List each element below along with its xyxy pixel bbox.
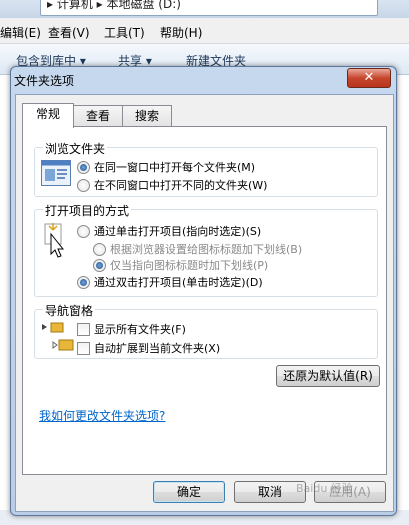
- show-all-folders-label: 显示所有文件夹(F): [94, 323, 186, 336]
- close-button[interactable]: ✕: [347, 68, 391, 88]
- tab-general[interactable]: 常规: [22, 103, 74, 128]
- show-all-folders-checkbox[interactable]: [77, 322, 90, 336]
- underline-point-label: 仅当指向图标标题时加下划线(P): [110, 259, 269, 272]
- window-icon: [41, 160, 71, 186]
- folder-tree-icon: [42, 322, 74, 351]
- navigation-pane-title: 导航窗格: [43, 302, 96, 319]
- folder-options-dialog: 文件夹选项 ✕ 常规 查看 搜索 浏览文件夹 在同一窗口中打开每个文件夹(M): [10, 66, 397, 516]
- watermark: Baidu 经验: [296, 482, 353, 495]
- underline-point-option[interactable]: 仅当指向图标标题时加下划线(P): [93, 257, 268, 273]
- explorer-menubar: 编辑(E) 查看(V) 工具(T) 帮助(H): [0, 18, 409, 44]
- menu-edit[interactable]: 编辑(E): [0, 24, 41, 41]
- single-click-radio[interactable]: [77, 224, 90, 238]
- underline-browser-radio[interactable]: [93, 242, 106, 256]
- help-link[interactable]: 我如何更改文件夹选项?: [39, 407, 165, 424]
- double-click-label: 通过双击打开项目(单击时选定)(D): [94, 276, 263, 289]
- auto-expand-checkbox[interactable]: [77, 341, 90, 355]
- single-click-option[interactable]: 通过单击打开项目(指向时选定)(S): [77, 223, 261, 239]
- menu-tools[interactable]: 工具(T): [104, 24, 145, 41]
- different-window-option[interactable]: 在不同窗口中打开不同的文件夹(W): [77, 177, 267, 193]
- double-click-option[interactable]: 通过双击打开项目(单击时选定)(D): [77, 274, 263, 290]
- dialog-client: 常规 查看 搜索 浏览文件夹 在同一窗口中打开每个文件夹(M) 在不同窗口中打开…: [15, 94, 394, 512]
- tab-view[interactable]: 查看: [73, 105, 123, 126]
- explorer-content-pane: [398, 75, 409, 525]
- ok-button[interactable]: 确定: [153, 481, 225, 503]
- address-bar[interactable]: ▸ 计算机 ▸ 本地磁盘 (D:): [40, 0, 378, 16]
- restore-defaults-button[interactable]: 还原为默认值(R): [276, 365, 380, 387]
- different-window-radio[interactable]: [77, 178, 90, 192]
- same-window-label: 在同一窗口中打开每个文件夹(M): [94, 161, 256, 174]
- browse-folders-group: 浏览文件夹 在同一窗口中打开每个文件夹(M) 在不同窗口中打开不同的文件夹(W): [34, 140, 378, 197]
- navigation-pane-group: 导航窗格 显示所有文件夹(F) 自动扩展到当前文件夹(X): [34, 302, 378, 359]
- single-click-label: 通过单击打开项目(指向时选定)(S): [94, 225, 262, 238]
- underline-browser-label: 根据浏览器设置给图标标题加下划线(B): [110, 243, 303, 256]
- explorer-titlebar: ▸ 计算机 ▸ 本地磁盘 (D:): [0, 0, 409, 18]
- general-tab-panel: 浏览文件夹 在同一窗口中打开每个文件夹(M) 在不同窗口中打开不同的文件夹(W): [22, 126, 387, 475]
- same-window-radio[interactable]: [77, 160, 90, 174]
- browse-folders-title: 浏览文件夹: [43, 140, 108, 157]
- different-window-label: 在不同窗口中打开不同的文件夹(W): [94, 179, 268, 192]
- menu-view[interactable]: 查看(V): [48, 24, 90, 41]
- auto-expand-option[interactable]: 自动扩展到当前文件夹(X): [77, 340, 220, 356]
- tab-search[interactable]: 搜索: [122, 105, 172, 126]
- show-all-folders-option[interactable]: 显示所有文件夹(F): [77, 321, 186, 337]
- dialog-title: 文件夹选项: [14, 74, 75, 88]
- auto-expand-label: 自动扩展到当前文件夹(X): [94, 342, 221, 355]
- menu-help[interactable]: 帮助(H): [160, 24, 202, 41]
- click-items-title: 打开项目的方式: [43, 202, 132, 219]
- click-cursor-icon: [44, 223, 65, 258]
- underline-browser-option[interactable]: 根据浏览器设置给图标标题加下划线(B): [93, 241, 302, 257]
- double-click-radio[interactable]: [77, 275, 90, 289]
- same-window-option[interactable]: 在同一窗口中打开每个文件夹(M): [77, 159, 255, 175]
- click-items-group: 打开项目的方式 通过单击打开项目(指向时选定)(S) 根据浏览器设置给图标标题加…: [34, 202, 378, 297]
- underline-point-radio[interactable]: [93, 258, 106, 272]
